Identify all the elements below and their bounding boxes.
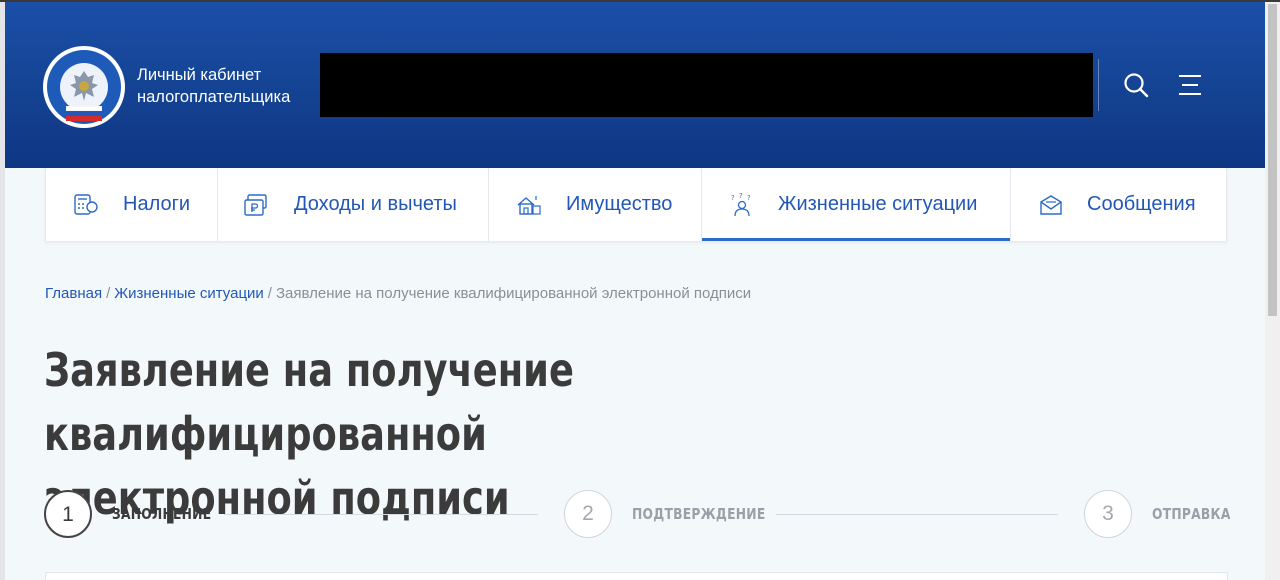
breadcrumb-section-link[interactable]: Жизненные ситуации: [114, 285, 264, 302]
income-ruble-icon: [244, 194, 267, 216]
cabinet-title-line2: налогоплательщика: [137, 88, 291, 106]
main-navigation: Налоги Доходы и вычеты Имущество ? ? ? Ж…: [45, 168, 1227, 241]
nav-label-life-situations: Жизненные ситуации: [778, 193, 978, 215]
nav-item-messages[interactable]: Сообщения: [1011, 168, 1227, 241]
redacted-user-info: [320, 53, 1093, 117]
browser-viewport: Личный кабинет налогоплательщика Налоги …: [5, 2, 1265, 580]
hamburger-menu-icon: [1179, 75, 1201, 95]
menu-button[interactable]: [1173, 68, 1207, 102]
scrollbar-thumb[interactable]: [1268, 4, 1277, 316]
nav-label-income-deductions: Доходы и вычеты: [294, 193, 457, 215]
breadcrumb-separator: /: [267, 285, 272, 302]
breadcrumb-separator: /: [106, 285, 111, 302]
step-2-label: ПОДТВЕРЖДЕНИЕ: [632, 505, 766, 523]
step-3-label: ОТПРАВКА: [1152, 505, 1231, 523]
logo-eagle-emblem: [60, 63, 108, 111]
svg-text:?: ?: [739, 192, 743, 200]
form-card: [45, 572, 1228, 580]
nav-item-property[interactable]: Имущество: [489, 168, 702, 241]
property-house-icon: [517, 196, 541, 215]
step-2-circle: 2: [564, 490, 612, 538]
logo-flag-icon: [66, 106, 102, 121]
breadcrumb: Главная / Жизненные ситуации / Заявление на …: [45, 285, 751, 302]
step-3-circle: 3: [1084, 490, 1132, 538]
messages-envelope-icon: [1040, 195, 1062, 215]
nav-item-taxes[interactable]: Налоги: [46, 168, 218, 241]
step-1-label: ЗАПОЛНЕНИЕ: [112, 505, 212, 523]
svg-text:?: ?: [747, 194, 751, 202]
tax-calculator-icon: [74, 194, 98, 215]
nav-item-life-situations[interactable]: ? ? ? Жизненные ситуации: [702, 168, 1011, 241]
step-connector-1: [224, 514, 538, 515]
cabinet-title-line1: Личный кабинет: [137, 66, 262, 84]
nav-label-messages: Сообщения: [1087, 193, 1196, 215]
application-steps: 1 ЗАПОЛНЕНИЕ 2 ПОДТВЕРЖДЕНИЕ 3 ОТПРАВКА: [44, 488, 1234, 544]
breadcrumb-home-link[interactable]: Главная: [45, 285, 102, 302]
life-situations-icon: ? ? ?: [731, 192, 751, 217]
page-title-line1: Заявление на получение квалифицированной: [44, 343, 574, 461]
nav-label-property: Имущество: [566, 193, 673, 215]
nav-label-taxes: Налоги: [123, 193, 191, 215]
header-divider: [1098, 59, 1099, 111]
svg-text:?: ?: [731, 194, 735, 202]
nav-item-income-deductions[interactable]: Доходы и вычеты: [218, 168, 489, 241]
step-connector-2: [776, 514, 1058, 515]
site-header: Личный кабинет налогоплательщика: [5, 2, 1265, 168]
search-icon: [1124, 73, 1149, 98]
fns-emblem-logo[interactable]: [43, 46, 125, 128]
search-button[interactable]: [1119, 68, 1153, 102]
step-1-circle: 1: [44, 490, 92, 538]
cabinet-title[interactable]: Личный кабинет налогоплательщика: [137, 64, 290, 108]
breadcrumb-current: Заявление на получение квалифицированной…: [275, 285, 752, 302]
